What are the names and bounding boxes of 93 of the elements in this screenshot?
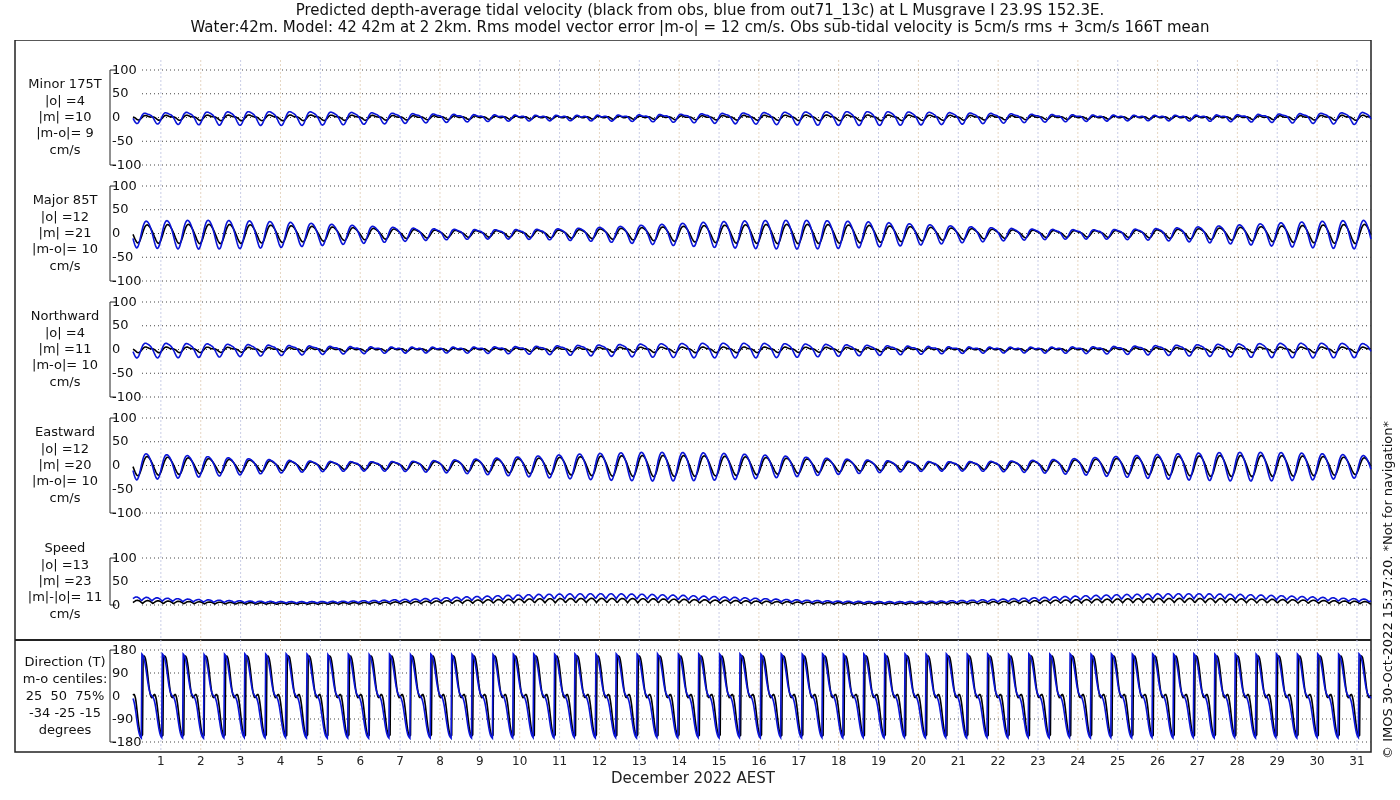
axis-tick-label: 4 — [276, 753, 285, 768]
axis-tick-label: 0 — [112, 341, 121, 356]
axis-tick-label: -90 — [112, 710, 134, 726]
axis-tick-label: 180 — [112, 641, 137, 657]
axis-tick-label: 50 — [112, 317, 129, 333]
axis-tick-label: 1 — [157, 753, 165, 768]
axis-tick-label: 100 — [112, 549, 137, 565]
axis-tick-label: 10 — [512, 753, 528, 768]
axis-tick-label: 2 — [196, 753, 205, 768]
panel-label: |m|-|o|= 11 — [27, 589, 103, 605]
axis-tick-label: 30 — [1309, 753, 1325, 768]
axis-tick-label: 50 — [112, 573, 129, 588]
axis-tick-label: 100 — [112, 177, 137, 193]
axis-tick-label: 0 — [112, 457, 121, 472]
axis-tick-label: 12 — [591, 753, 608, 768]
axis-tick-label: 18 — [831, 753, 847, 768]
panel-label: 25 50 75% — [25, 687, 105, 703]
axis-tick-label: 0 — [112, 687, 121, 703]
axis-tick-label: 50 — [112, 201, 129, 217]
axis-tick-label: -100 — [112, 156, 142, 172]
panel-label: cm/s — [49, 141, 81, 157]
panel-label: cm/s — [49, 257, 81, 273]
panel-label: cm/s — [49, 605, 81, 621]
axis-tick-label: 26 — [1150, 753, 1166, 768]
panel-label: |m-o|= 9 — [36, 125, 94, 141]
chart-title: Water:42m. Model: 42 42m at 2 2km. Rms model vector error |m-o| = 12 cm/s. Obs sub-tidal velocity is 5cm/s rms + 3cm/s 166T mean — [190, 19, 1210, 36]
axis-tick-label: 8 — [436, 753, 444, 768]
axis-tick-label: -100 — [112, 504, 142, 520]
axis-tick-label: 0 — [112, 109, 121, 124]
panel-label: m-o centiles: — [22, 670, 108, 686]
axis-tick-label: 9 — [476, 753, 484, 768]
axis-tick-label: 11 — [551, 753, 568, 768]
axis-tick-label: 100 — [112, 61, 137, 77]
axis-tick-label: -100 — [112, 388, 142, 404]
axis-tick-label: 6 — [356, 753, 365, 768]
panel-label: |m-o|= 10 — [32, 473, 98, 489]
axis-tick-label: 16 — [751, 753, 767, 768]
axis-tick-label: 27 — [1189, 753, 1206, 768]
axis-tick-label: 17 — [791, 753, 807, 768]
axis-tick-label: -100 — [112, 272, 142, 288]
axis-tick-label: 20 — [910, 753, 927, 768]
panel-label: |m| =21 — [38, 225, 92, 240]
axis-tick-label: 7 — [396, 753, 404, 768]
panel-label: Direction (T) — [24, 653, 106, 669]
panel-label: Eastward — [35, 424, 95, 440]
axis-tick-label: 0 — [112, 596, 121, 612]
panel-label: degrees — [38, 721, 92, 737]
copyright-notice: © IMOS 30-Oct-2022 15:37:20. *Not for navigation* — [1379, 421, 1395, 759]
axis-tick-label: 15 — [711, 753, 727, 768]
panel-label: Speed — [44, 540, 86, 556]
axis-tick-label: 28 — [1229, 753, 1245, 768]
axis-tick-label: 100 — [112, 293, 137, 309]
panel-label: |m| =10 — [38, 109, 92, 124]
axis-tick-label: 14 — [671, 753, 687, 768]
axis-tick-label: 0 — [112, 225, 121, 240]
panel-label: Minor 175T — [28, 76, 102, 92]
axis-tick-label: 50 — [112, 433, 129, 449]
panel-label: |m-o|= 10 — [32, 241, 98, 257]
axis-tick-label: 21 — [950, 753, 966, 768]
axis-tick-label: -50 — [112, 480, 134, 496]
axis-tick-label: 90 — [112, 664, 129, 680]
axis-tick-label: -50 — [112, 248, 134, 264]
panel-label: Major 85T — [32, 192, 98, 208]
axis-tick-label: -180 — [112, 733, 142, 749]
panel-label: |o| =4 — [45, 324, 85, 340]
axis-tick-label: 24 — [1070, 753, 1086, 768]
panel-label: cm/s — [49, 373, 81, 389]
panel-label: |m| =20 — [38, 457, 92, 472]
axis-tick-label: 25 — [1110, 753, 1126, 768]
panel-label: |m| =23 — [38, 573, 92, 588]
axis-tick-label: 100 — [112, 409, 137, 425]
axis-title: December 2022 AEST — [611, 768, 775, 787]
axis-tick-label: 50 — [112, 85, 129, 101]
axis-tick-label: 23 — [1030, 753, 1046, 768]
axis-tick-label: -50 — [112, 364, 134, 380]
panel-label: |m| =11 — [38, 341, 92, 356]
axis-tick-label: 13 — [631, 753, 647, 768]
panel-label: |m-o|= 10 — [32, 357, 98, 373]
panel-label: cm/s — [49, 489, 81, 505]
axis-tick-label: 31 — [1349, 753, 1365, 768]
axis-tick-label: 22 — [990, 753, 1006, 768]
panel-label: |o| =12 — [40, 208, 90, 224]
panel-label: |o| =4 — [45, 92, 85, 108]
axis-tick-label: -50 — [112, 132, 134, 148]
panel-label: Northward — [30, 308, 100, 324]
chart-title: Predicted depth-average tidal velocity (black from obs, blue from out71_13c) at L Musgrave I 23.9S 152.3E. — [295, 2, 1105, 19]
axis-tick-label: 19 — [870, 753, 887, 768]
panel-label: |o| =13 — [40, 556, 90, 572]
panel-label: |o| =12 — [40, 440, 90, 456]
axis-tick-label: 3 — [236, 753, 245, 768]
axis-tick-label: 5 — [316, 753, 325, 768]
axis-tick-label: 29 — [1269, 753, 1285, 768]
panel-label: -34 -25 -15 — [29, 704, 101, 720]
